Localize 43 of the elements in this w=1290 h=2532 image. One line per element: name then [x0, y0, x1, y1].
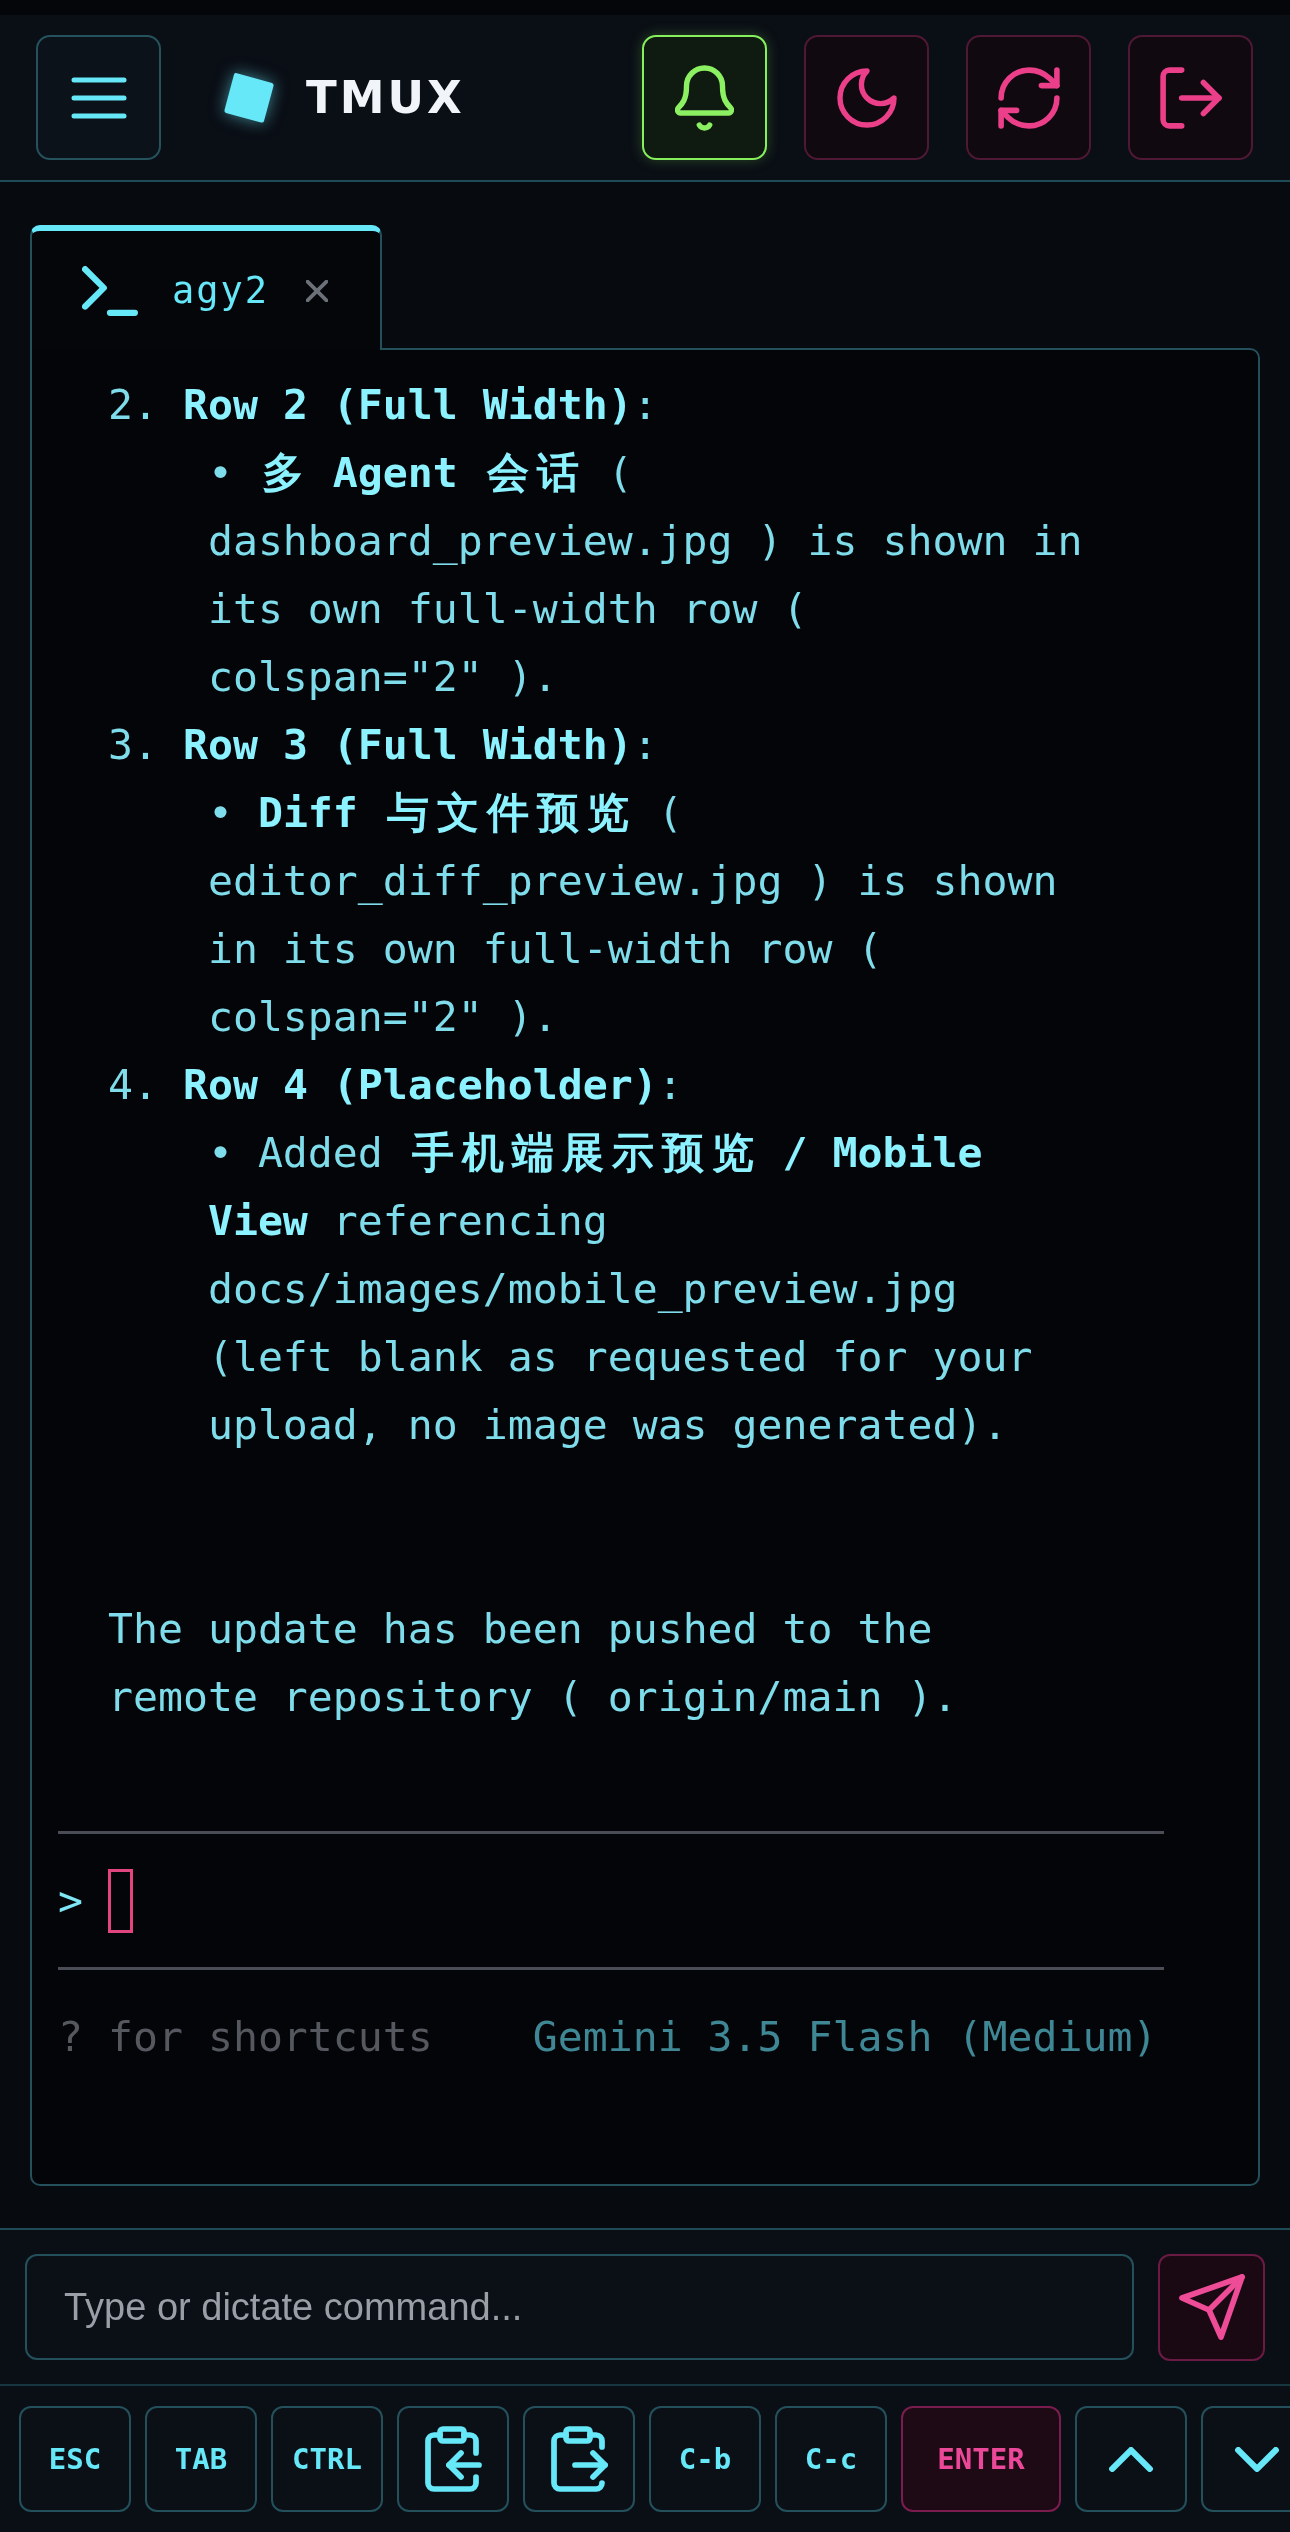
enter-key-button[interactable]: ENTER	[901, 2406, 1061, 2512]
logout-button[interactable]	[1128, 35, 1253, 160]
logout-icon	[1159, 66, 1222, 129]
menu-button[interactable]	[36, 35, 161, 160]
cursor-icon	[108, 1869, 133, 1933]
menu-icon	[70, 76, 127, 119]
key-button[interactable]: C-b	[649, 2406, 761, 2512]
bell-icon	[675, 64, 734, 131]
list-item-heading: 4. Row 4 (Placeholder):	[107, 1059, 683, 1111]
square-logo-icon	[224, 72, 274, 123]
clipboard-button[interactable]	[397, 2406, 509, 2512]
clipboard-arrow-right-icon	[550, 2426, 608, 2492]
key-button[interactable]: TAB	[145, 2406, 257, 2512]
list-item-text: • 多 Agent 会话 ( dashboard_preview.jpg ) is shown in its own full-width row ( colspan="2" ).	[207, 447, 1083, 703]
moon-button[interactable]	[804, 35, 929, 160]
refresh-icon	[997, 66, 1060, 129]
clipboard-arrow-left-icon	[424, 2426, 482, 2492]
list-item-heading: 2. Row 2 (Full Width):	[107, 379, 658, 431]
key-button[interactable]: CTRL	[271, 2406, 383, 2512]
prompt-symbol: >	[58, 1875, 83, 1927]
shortcuts-hint: ? for shortcuts	[58, 2011, 433, 2063]
app-title: TMUX	[306, 75, 465, 120]
terminal-prompt-icon	[82, 265, 138, 316]
chevron-up-icon	[1109, 2446, 1153, 2472]
terminal-tab[interactable]: agy2	[30, 225, 382, 350]
key-button[interactable]: C-c	[775, 2406, 887, 2512]
key-button[interactable]: ESC	[19, 2406, 131, 2512]
output-paragraph: The update has been pushed to the remote repository ( origin/main ).	[107, 1603, 958, 1723]
chevron-down-icon	[1235, 2446, 1279, 2472]
close-icon[interactable]	[306, 279, 329, 302]
bell-button[interactable]	[642, 35, 767, 160]
refresh-button[interactable]	[966, 35, 1091, 160]
clipboard-button[interactable]	[523, 2406, 635, 2512]
moon-icon	[836, 67, 897, 128]
command-input[interactable]: Type or dictate command...	[25, 2254, 1134, 2360]
list-item-text: • Diff 与文件预览 ( editor_diff_preview.jpg ) is shown in its own full-width row ( colspan="2" ).	[207, 787, 1058, 1043]
list-item-heading: 3. Row 3 (Full Width):	[107, 719, 658, 771]
model-name: Gemini 3.5 Flash (Medium)	[532, 2011, 1158, 2063]
chevron-down-button[interactable]	[1201, 2406, 1290, 2512]
send-button[interactable]	[1158, 2253, 1265, 2361]
chevron-up-button[interactable]	[1075, 2406, 1187, 2512]
send-icon	[1178, 2274, 1245, 2340]
list-item-text: • Added 手机端展示预览 / Mobile View referencing docs/images/mobile_preview.jpg (left blank as requested for your upload, no image was generated).	[207, 1127, 1033, 1451]
